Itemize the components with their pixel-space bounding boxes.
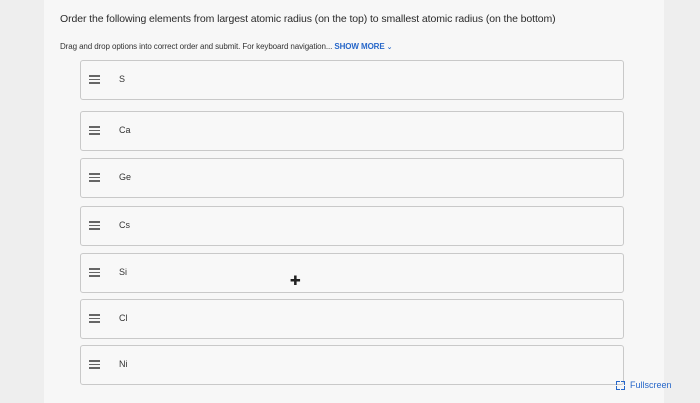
item-label: Ni — [119, 359, 128, 369]
question-text: Order the following elements from larges… — [60, 13, 556, 25]
item-label: Cl — [119, 313, 128, 323]
item-label: S — [119, 74, 126, 84]
chevron-down-icon: ⌄ — [386, 44, 393, 51]
draggable-item-s[interactable]: S — [80, 60, 624, 100]
drag-handle-icon[interactable] — [89, 360, 100, 370]
move-cursor-icon: ✚ — [290, 273, 301, 288]
draggable-item-ca[interactable]: Ca — [80, 111, 624, 151]
item-label: Si — [119, 267, 128, 277]
instructions-text: Drag and drop options into correct order… — [60, 42, 392, 51]
draggable-item-ni[interactable]: Ni — [80, 345, 624, 385]
item-label: Ca — [119, 125, 131, 135]
fullscreen-label: Fullscreen — [630, 380, 672, 390]
draggable-item-ge[interactable]: Ge — [80, 158, 624, 198]
drag-handle-icon[interactable] — [89, 173, 100, 183]
fullscreen-button[interactable]: Fullscreen — [616, 380, 672, 390]
draggable-item-cl[interactable]: Cl — [80, 299, 624, 339]
drag-handle-icon[interactable] — [89, 221, 100, 231]
instructions-label: Drag and drop options into correct order… — [60, 42, 333, 51]
show-more-button[interactable]: SHOW MORE ⌄ — [334, 42, 392, 51]
drag-handle-icon[interactable] — [89, 75, 100, 85]
fullscreen-icon — [616, 380, 625, 390]
item-label: Cs — [119, 220, 130, 230]
drag-handle-icon[interactable] — [89, 268, 100, 278]
show-more-label: SHOW MORE — [334, 42, 385, 51]
draggable-item-si[interactable]: Si — [80, 253, 624, 293]
item-label: Ge — [119, 172, 132, 182]
draggable-item-cs[interactable]: Cs — [80, 206, 624, 246]
drag-handle-icon[interactable] — [89, 126, 100, 136]
drag-handle-icon[interactable] — [89, 314, 100, 324]
